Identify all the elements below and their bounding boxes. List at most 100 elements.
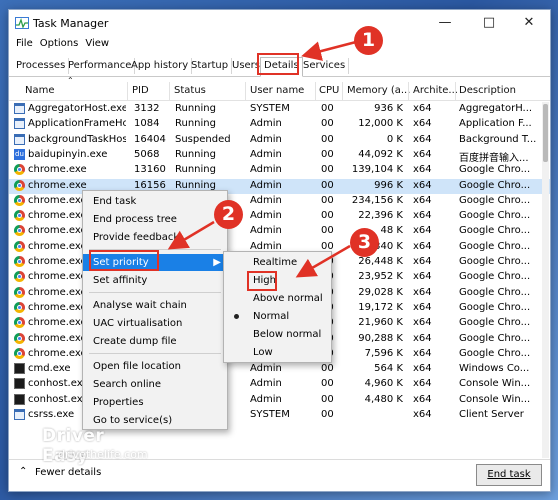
col-name[interactable]: Name: [25, 85, 55, 96]
row-cpu: 00: [321, 103, 334, 114]
row-memory: 12,000 K: [358, 118, 403, 130]
menu-file[interactable]: File: [16, 38, 33, 49]
row-user: Admin: [250, 164, 282, 176]
tab-app-history[interactable]: App history: [128, 58, 193, 74]
scrollbar-thumb[interactable]: [543, 104, 548, 162]
col-status[interactable]: Status: [174, 85, 206, 96]
col-description[interactable]: Description: [459, 85, 516, 96]
chrome-icon: [14, 332, 25, 344]
row-architecture: x64: [413, 363, 432, 375]
app-window-icon: [14, 409, 25, 420]
menu-item-analyse-wait-chain[interactable]: Analyse wait chain: [83, 297, 227, 314]
row-architecture: x64: [413, 225, 432, 237]
chrome-icon: [14, 210, 25, 222]
menu-item-provide-feedback[interactable]: Provide feedback: [83, 229, 227, 246]
row-user: Admin: [250, 210, 282, 222]
row-description: Google Chro...: [459, 317, 531, 329]
col-pid[interactable]: PID: [132, 85, 149, 96]
row-cpu: 00: [321, 133, 334, 145]
row-architecture: x64: [413, 210, 432, 222]
end-task-button[interactable]: End task: [476, 464, 542, 486]
menu-item-open-file-location[interactable]: Open file location: [83, 358, 227, 375]
priority-high[interactable]: High: [224, 272, 331, 289]
row-architecture: x64: [413, 133, 432, 145]
row-memory: 44,092 K: [358, 148, 403, 160]
row-pid: 13160: [134, 164, 166, 176]
menu-item-properties[interactable]: Properties: [83, 394, 227, 411]
table-row[interactable]: chrome.exe 13160 Running Admin 00 139,104 K x6…: [9, 163, 550, 178]
table-row[interactable]: AggregatorHost.exe 3132 Running SYSTEM 00 936…: [9, 102, 550, 117]
row-description: Google Chro...: [459, 194, 531, 206]
chrome-icon: [14, 256, 25, 267]
row-user: Admin: [250, 194, 282, 206]
menu-item-create-dump-file[interactable]: Create dump file: [83, 333, 227, 350]
row-status: Running: [175, 103, 216, 114]
col-architecture[interactable]: Archite...: [413, 85, 458, 96]
priority-above-normal[interactable]: Above normal: [224, 290, 331, 307]
row-description: Google Chro...: [459, 301, 531, 313]
chevron-up-icon[interactable]: ⌃: [19, 466, 27, 477]
row-description: Google Chro...: [459, 332, 531, 344]
row-user: Admin: [250, 133, 282, 145]
tab-startup[interactable]: Startup: [188, 58, 233, 74]
tab-performance[interactable]: Performance: [65, 58, 136, 74]
priority-realtime[interactable]: Realtime: [224, 254, 331, 271]
row-memory: 234,156 K: [351, 194, 403, 206]
table-row[interactable]: backgroundTaskHos... 16404 Suspended Admin 0…: [9, 133, 550, 148]
row-pid: 1084: [134, 118, 160, 130]
row-description: Google Chro...: [459, 210, 531, 222]
row-architecture: x64: [413, 164, 432, 176]
step-badge-1: 1: [354, 26, 383, 55]
col-user[interactable]: User name: [250, 85, 304, 96]
row-memory: 19,172 K: [358, 301, 403, 313]
menu-item-go-to-services[interactable]: Go to service(s): [83, 412, 227, 429]
high-priority-highlight: [247, 271, 277, 291]
context-menu: End task End process tree Provide feedba…: [82, 190, 228, 430]
row-architecture: x64: [413, 118, 432, 130]
row-description: Background T...: [459, 133, 537, 145]
row-user: SYSTEM: [250, 103, 290, 114]
menu-item-search-online[interactable]: Search online: [83, 376, 227, 393]
col-memory[interactable]: Memory (a...: [347, 85, 410, 96]
table-row[interactable]: du baidupinyin.exe 5068 Running Admin 00 44,09…: [9, 148, 550, 164]
col-cpu[interactable]: CPU: [319, 85, 339, 96]
app-window-icon: [14, 133, 25, 145]
menu-item-end-process-tree[interactable]: End process tree: [83, 211, 227, 228]
row-architecture: x64: [413, 148, 432, 160]
priority-below-normal[interactable]: Below normal: [224, 326, 331, 343]
row-memory: 139,104 K: [351, 164, 403, 176]
minimize-button[interactable]: —: [425, 13, 465, 33]
menu-item-set-affinity[interactable]: Set affinity: [83, 272, 227, 289]
driver-easy-logo-icon: [20, 426, 40, 446]
row-pid: 3132: [134, 103, 160, 114]
priority-normal[interactable]: Normal: [224, 308, 331, 325]
priority-low[interactable]: Low: [224, 344, 331, 361]
row-cpu: 00: [321, 225, 334, 237]
priority-submenu: Realtime High Above normal Normal Below …: [223, 251, 332, 363]
row-architecture: x64: [413, 286, 432, 298]
row-description: Google Chro...: [459, 256, 531, 267]
menu-item-end-task[interactable]: End task: [83, 193, 227, 210]
chrome-icon: [14, 317, 25, 329]
row-memory: 21,960 K: [358, 317, 403, 329]
close-button[interactable]: ✕: [509, 13, 549, 33]
vertical-scrollbar[interactable]: [542, 102, 549, 458]
menu-view[interactable]: View: [85, 38, 109, 49]
row-name: chrome.exe: [28, 179, 87, 191]
fewer-details-link[interactable]: Fewer details: [35, 467, 101, 478]
row-description: Console Win...: [459, 378, 531, 390]
table-row[interactable]: ApplicationFrameHo... 1084 Running Admin 00 1…: [9, 117, 550, 132]
row-architecture: x64: [413, 332, 432, 344]
row-cpu: 00: [321, 118, 334, 130]
menu-item-uac-virtualisation[interactable]: UAC virtualisation: [83, 315, 227, 332]
row-architecture: x64: [413, 393, 432, 405]
menu-options[interactable]: Options: [40, 38, 79, 49]
row-memory: 7,596 K: [364, 347, 403, 359]
maximize-button[interactable]: □: [469, 13, 509, 33]
tab-services[interactable]: Services: [300, 58, 350, 74]
row-cpu: 00: [321, 179, 334, 191]
chrome-icon: [14, 164, 25, 176]
row-user: SYSTEM: [250, 409, 290, 420]
tab-processes[interactable]: Processes: [13, 58, 70, 74]
console-icon: [14, 393, 25, 405]
